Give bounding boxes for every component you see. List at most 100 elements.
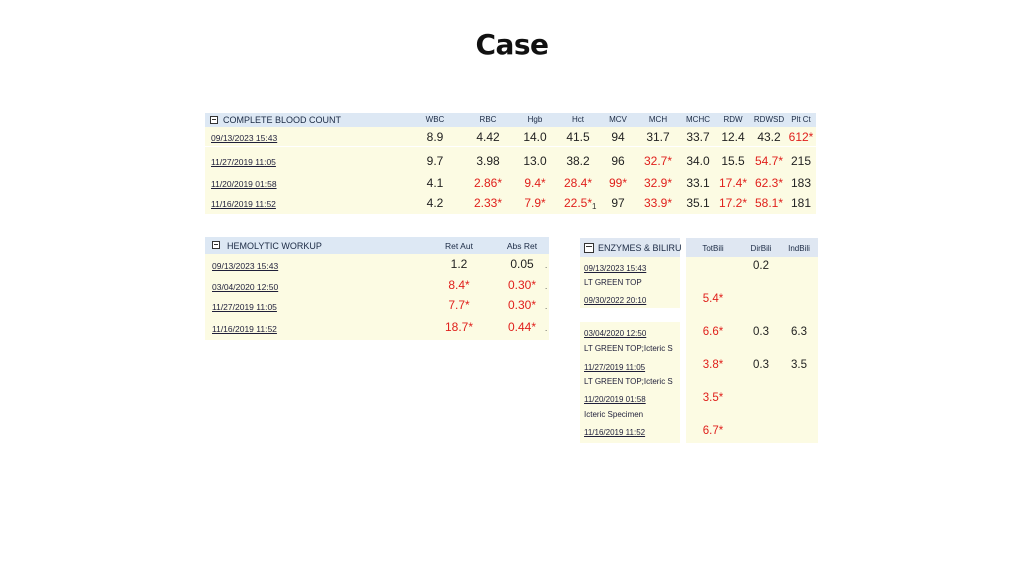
result-value: 6.6* bbox=[702, 326, 724, 338]
result-value: 28.4* bbox=[563, 176, 593, 190]
result-value: 3.5* bbox=[702, 392, 724, 404]
result-value: 7.9* bbox=[524, 196, 546, 210]
result-date-link[interactable]: 11/16/2019 11:52 bbox=[211, 199, 276, 209]
result-date-link[interactable]: 11/16/2019 11:52 bbox=[212, 324, 277, 334]
result-value: 99* bbox=[608, 176, 628, 190]
result-value: 97 bbox=[611, 196, 625, 210]
result-value: 32.7* bbox=[643, 154, 673, 168]
column-header: MCV bbox=[609, 115, 627, 124]
row-divider bbox=[205, 146, 816, 147]
result-date-link[interactable]: 03/04/2020 12:50 bbox=[212, 282, 278, 292]
column-header: RDWSD bbox=[753, 115, 785, 124]
specimen-note: LT GREEN TOP;Icteric S bbox=[584, 344, 673, 353]
cell-marker: . bbox=[545, 302, 548, 311]
cell-marker: . bbox=[545, 324, 548, 333]
collapse-icon[interactable] bbox=[210, 116, 218, 124]
result-value: 8.9 bbox=[426, 130, 444, 144]
result-value: 17.4* bbox=[718, 176, 748, 190]
result-value: 612* bbox=[788, 130, 814, 144]
result-value: 22.5* bbox=[563, 196, 593, 210]
result-value: 15.5 bbox=[721, 154, 745, 168]
result-value: 38.2 bbox=[566, 154, 590, 168]
result-value: 54.7* bbox=[754, 154, 784, 168]
result-value: 13.0 bbox=[523, 154, 547, 168]
result-value: 14.0 bbox=[523, 130, 547, 144]
result-value: 31.7 bbox=[646, 130, 670, 144]
result-date-link[interactable]: 09/30/2022 20:10 bbox=[584, 296, 646, 305]
row-divider bbox=[205, 151, 816, 152]
result-value: 62.3* bbox=[754, 176, 784, 190]
cbc-panel: COMPLETE BLOOD COUNT WBC RBC Hgb Hct MCV MCH M… bbox=[205, 113, 816, 214]
result-value: 7.7* bbox=[448, 298, 470, 312]
cell-marker: . bbox=[545, 282, 548, 291]
column-header: Ret Aut bbox=[445, 241, 473, 251]
result-value: 9.7 bbox=[426, 154, 444, 168]
specimen-note: LT GREEN TOP;Icteric S bbox=[584, 377, 673, 386]
slide-title: Case bbox=[475, 28, 549, 61]
result-value: 6.3 bbox=[791, 326, 807, 338]
column-header: WBC bbox=[425, 115, 445, 124]
column-header: Hct bbox=[572, 115, 584, 124]
column-header: Plt Ct bbox=[791, 115, 811, 124]
hemolytic-section-title: HEMOLYTIC WORKUP bbox=[227, 241, 322, 251]
result-value: 34.0 bbox=[686, 154, 710, 168]
enzymes-section-title: ENZYMES & BILIRU bbox=[598, 243, 682, 253]
collapse-icon[interactable] bbox=[584, 243, 594, 253]
result-date-link[interactable]: 11/27/2019 11:05 bbox=[584, 363, 645, 372]
result-value: 9.4* bbox=[524, 176, 546, 190]
result-value: 17.2* bbox=[718, 196, 748, 210]
column-header: RBC bbox=[479, 115, 497, 124]
hemolytic-panel: HEMOLYTIC WORKUP Ret Aut Abs Ret 09/13/202… bbox=[205, 237, 549, 340]
result-value: 2.86* bbox=[473, 176, 503, 190]
result-value: 0.44* bbox=[507, 320, 537, 334]
specimen-note: Icteric Specimen bbox=[584, 410, 644, 419]
result-value: 6.7* bbox=[702, 425, 724, 437]
cell-marker: . bbox=[545, 261, 548, 270]
column-header: DirBili bbox=[750, 244, 772, 253]
row-gap bbox=[580, 308, 680, 322]
result-value: 41.5 bbox=[566, 130, 590, 144]
result-date-link[interactable]: 11/27/2019 11:05 bbox=[211, 157, 276, 167]
result-value: 3.5 bbox=[791, 359, 807, 371]
result-value: 1.2 bbox=[450, 257, 468, 271]
result-value: 58.1* bbox=[754, 196, 784, 210]
column-header: Abs Ret bbox=[506, 241, 538, 251]
column-header: Hgb bbox=[527, 115, 543, 124]
result-date-link[interactable]: 11/20/2019 01:58 bbox=[584, 395, 646, 404]
cbc-section-title: COMPLETE BLOOD COUNT bbox=[223, 115, 342, 125]
result-value: 4.1 bbox=[426, 176, 444, 190]
result-value: 4.42 bbox=[476, 130, 500, 144]
result-value: 43.2 bbox=[757, 130, 781, 144]
column-header: TotBili bbox=[702, 244, 724, 253]
result-value: 3.98 bbox=[476, 154, 500, 168]
result-value: 35.1 bbox=[686, 196, 710, 210]
result-value: 0.30* bbox=[507, 298, 537, 312]
result-date-link[interactable]: 11/20/2019 01:58 bbox=[211, 179, 277, 189]
result-value: 33.1 bbox=[686, 176, 710, 190]
result-date-link[interactable]: 11/27/2019 11:05 bbox=[212, 302, 277, 312]
result-value: 215 bbox=[790, 154, 812, 168]
result-value: 181 bbox=[790, 196, 812, 210]
result-date-link[interactable]: 09/13/2023 15:43 bbox=[212, 261, 278, 271]
column-header: IndBili bbox=[788, 244, 810, 253]
specimen-note: LT GREEN TOP bbox=[584, 278, 642, 287]
result-value: 33.9* bbox=[643, 196, 673, 210]
result-value: 94 bbox=[611, 130, 625, 144]
footnote-marker: 1 bbox=[592, 202, 597, 211]
result-date-link[interactable]: 11/16/2019 11:52 bbox=[584, 428, 645, 437]
result-date-link[interactable]: 09/13/2023 15:43 bbox=[211, 133, 277, 143]
result-value: 183 bbox=[790, 176, 812, 190]
result-value: 0.05 bbox=[510, 257, 534, 271]
result-value: 0.3 bbox=[753, 359, 769, 371]
result-date-link[interactable]: 09/13/2023 15:43 bbox=[584, 264, 646, 273]
column-header: RDW bbox=[723, 115, 743, 124]
result-value: 3.8* bbox=[702, 359, 724, 371]
result-value: 32.9* bbox=[643, 176, 673, 190]
collapse-icon[interactable] bbox=[212, 241, 220, 249]
result-value: 33.7 bbox=[686, 130, 710, 144]
result-value: 0.2 bbox=[753, 260, 769, 272]
result-value: 4.2 bbox=[426, 196, 444, 210]
result-date-link[interactable]: 03/04/2020 12:50 bbox=[584, 329, 646, 338]
result-value: 0.3 bbox=[753, 326, 769, 338]
result-value: 5.4* bbox=[702, 293, 724, 305]
